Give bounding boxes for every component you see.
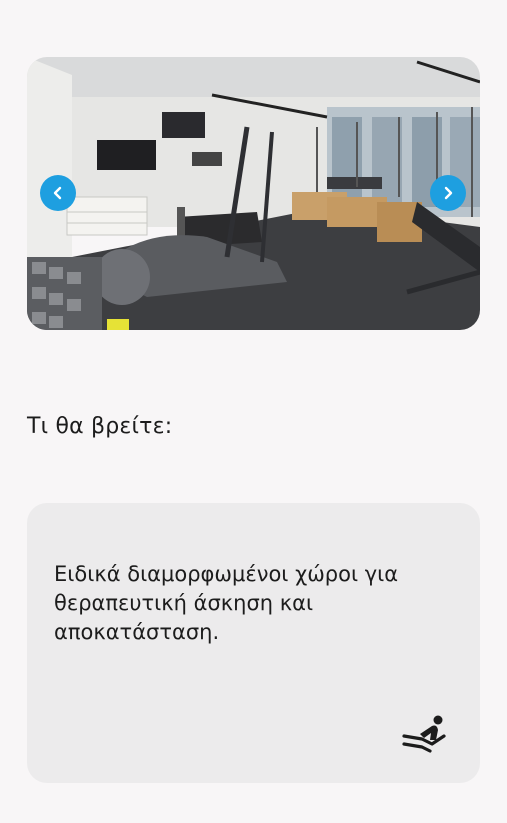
section-title: Τι θα βρείτε: [27, 414, 173, 439]
feature-card: Ειδικά διαμορφωμένοι χώροι για θεραπευτι… [27, 503, 480, 783]
reclining-person-icon [402, 715, 446, 753]
carousel-next-button[interactable] [430, 175, 466, 211]
chevron-left-icon [53, 186, 62, 200]
gym-photo [27, 57, 480, 330]
carousel-prev-button[interactable] [40, 175, 76, 211]
feature-card-text: Ειδικά διαμορφωμένοι χώροι για θεραπευτι… [54, 562, 399, 644]
image-carousel[interactable] [27, 57, 480, 330]
chevron-right-icon [444, 186, 453, 200]
